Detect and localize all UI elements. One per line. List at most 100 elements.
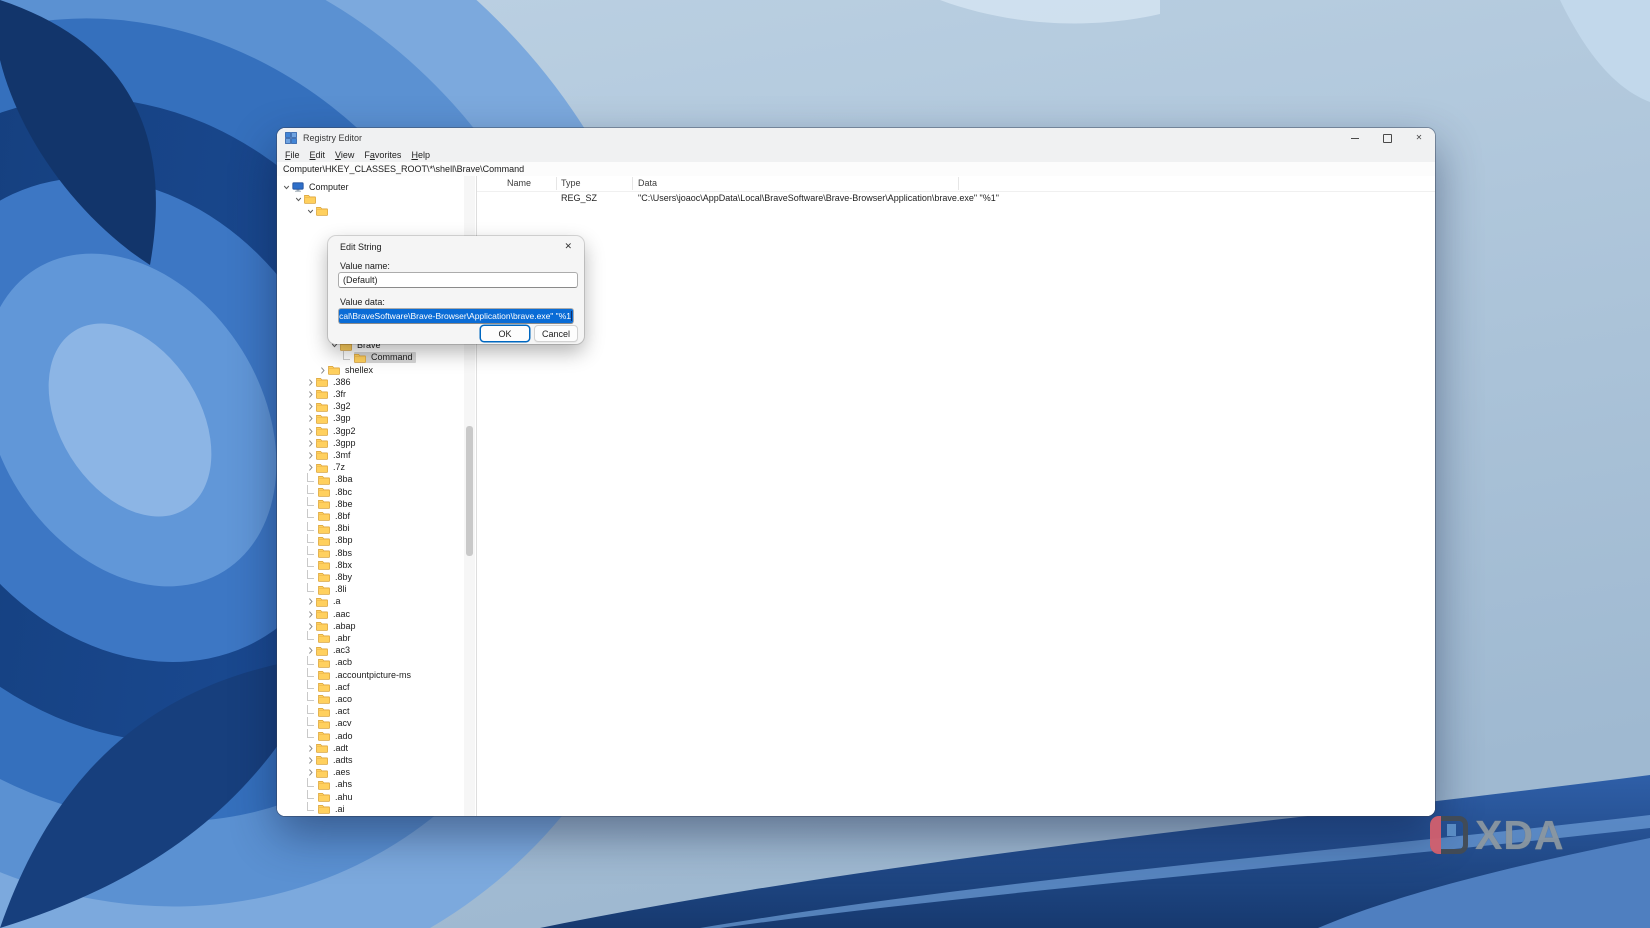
dialog-close-button[interactable]: ✕ (561, 240, 575, 253)
column-separator[interactable] (556, 177, 557, 190)
cancel-button[interactable]: Cancel (534, 325, 578, 342)
chevron-right-icon[interactable] (307, 390, 314, 399)
chevron-right-icon[interactable] (307, 610, 314, 619)
tree-item-abap[interactable]: .abap (307, 620, 359, 632)
tree-item-abr[interactable]: .abr (307, 631, 354, 644)
menu-help[interactable]: Help (406, 150, 435, 160)
tree-item-ado[interactable]: .ado (307, 729, 356, 742)
chevron-right-icon[interactable] (307, 439, 314, 448)
folder-icon (318, 536, 330, 546)
folder-icon (328, 365, 340, 375)
ok-button[interactable]: OK (480, 325, 530, 342)
chevron-down-icon[interactable] (283, 183, 290, 192)
window-titlebar[interactable]: Registry Editor ✕ (277, 128, 1435, 148)
value-data-cell: "C:\Users\joaoc\AppData\Local\BraveSoftw… (638, 193, 999, 203)
tree-item-3mf[interactable]: .3mf (307, 449, 354, 461)
value-data-field[interactable]: pData\Local\BraveSoftware\Brave-Browser\… (338, 308, 574, 324)
tree-item-ahu[interactable]: .ahu (307, 790, 356, 803)
folder-icon (318, 682, 330, 692)
tree-connector (307, 802, 314, 812)
tree-item-a[interactable]: .a (307, 596, 344, 608)
chevron-right-icon[interactable] (307, 768, 314, 777)
tree-item-3fr[interactable]: .3fr (307, 388, 349, 400)
tree-item-8bx[interactable]: .8bx (307, 558, 355, 571)
tree-item-8ba[interactable]: .8ba (307, 472, 356, 486)
folder-icon (316, 389, 328, 400)
tree-item[interactable] (307, 205, 336, 217)
value-name-field[interactable]: (Default) (338, 272, 578, 288)
tree-item-adt[interactable]: .adt (307, 742, 351, 754)
tree-item-8bp[interactable]: .8bp (307, 533, 356, 547)
tree-connector (307, 692, 314, 702)
maximize-button[interactable] (1371, 128, 1403, 148)
chevron-right-icon[interactable] (307, 646, 314, 655)
chevron-down-icon[interactable] (307, 207, 314, 216)
chevron-right-icon[interactable] (307, 597, 314, 606)
tree-item-3g2[interactable]: .3g2 (307, 401, 354, 413)
tree-item-8bs[interactable]: .8bs (307, 546, 355, 559)
tree-item-ai[interactable]: .ai (307, 802, 348, 815)
tree-item-acf[interactable]: .acf (307, 680, 353, 693)
folder-icon (318, 707, 330, 717)
value-data-label: Value data: (340, 297, 385, 307)
tree-item-label: .8li (335, 584, 347, 595)
tree-item-label: .386 (333, 376, 351, 387)
tree-item-8bc[interactable]: .8bc (307, 485, 355, 498)
chevron-right-icon[interactable] (307, 402, 314, 411)
menu-view[interactable]: View (330, 150, 359, 160)
tree-item-ac3[interactable]: .ac3 (307, 645, 353, 657)
tree-item-ahs[interactable]: .ahs (307, 777, 355, 791)
column-separator[interactable] (958, 177, 959, 190)
tree-item-aco[interactable]: .aco (307, 692, 355, 705)
tree-item-8be[interactable]: .8be (307, 497, 356, 510)
tree-item-label: .8bx (335, 559, 353, 570)
folder-icon (316, 414, 328, 424)
tree-item[interactable] (295, 193, 324, 205)
tree-item-8bf[interactable]: .8bf (307, 509, 353, 522)
column-header-type[interactable]: Type (561, 178, 581, 188)
chevron-right-icon[interactable] (307, 622, 314, 631)
tree-item-3gp2[interactable]: .3gp2 (307, 425, 359, 437)
tree-item-adts[interactable]: .adts (307, 754, 356, 766)
column-separator[interactable] (632, 177, 633, 190)
address-bar[interactable]: Computer\HKEY_CLASSES_ROOT\*\shell\Brave… (277, 162, 1435, 177)
tree-item-command[interactable]: Command (343, 350, 416, 364)
tree-item-3gpp[interactable]: .3gpp (307, 437, 359, 449)
column-header-name[interactable]: Name (507, 178, 531, 188)
menu-edit[interactable]: Edit (305, 150, 331, 160)
folder-icon (318, 780, 330, 790)
tree-item-act[interactable]: .act (307, 704, 353, 718)
tree-item-label: .a (333, 596, 341, 607)
minimize-button[interactable] (1339, 128, 1371, 148)
close-button[interactable]: ✕ (1403, 128, 1435, 148)
chevron-down-icon[interactable] (295, 195, 302, 204)
chevron-right-icon[interactable] (307, 451, 314, 460)
column-header-data[interactable]: Data (638, 178, 657, 188)
tree-item-label: .8bs (335, 547, 353, 558)
menu-file[interactable]: File (280, 150, 305, 160)
tree-item-8by[interactable]: .8by (307, 570, 355, 583)
value-row[interactable]: REG_SZ "C:\Users\joaoc\AppData\Local\Brav… (477, 193, 1435, 205)
chevron-right-icon[interactable] (307, 756, 314, 765)
tree-item-shellex[interactable]: shellex (319, 364, 376, 376)
tree-item-7z[interactable]: .7z (307, 462, 348, 474)
chevron-right-icon[interactable] (307, 463, 314, 472)
tree-item-386[interactable]: .386 (307, 376, 354, 388)
tree-item-3gp[interactable]: .3gp (307, 413, 354, 425)
scrollbar-thumb[interactable] (466, 426, 473, 556)
chevron-right-icon[interactable] (307, 744, 314, 753)
tree-item-label: .3fr (333, 388, 347, 399)
tree-item-aes[interactable]: .aes (307, 767, 353, 779)
tree-item-accountpicture-ms[interactable]: .accountpicture-ms (307, 668, 414, 681)
tree-item-8li[interactable]: .8li (307, 582, 350, 596)
chevron-right-icon[interactable] (307, 427, 314, 436)
tree-item-acv[interactable]: .acv (307, 716, 355, 730)
chevron-right-icon[interactable] (319, 366, 326, 375)
tree-item-aac[interactable]: .aac (307, 608, 353, 620)
tree-item-acb[interactable]: .acb (307, 655, 355, 669)
chevron-right-icon[interactable] (307, 414, 314, 423)
chevron-right-icon[interactable] (307, 378, 314, 387)
tree-item-computer[interactable]: Computer (283, 181, 352, 193)
tree-item-8bi[interactable]: .8bi (307, 521, 353, 535)
menu-favorites[interactable]: Favorites (359, 150, 406, 160)
